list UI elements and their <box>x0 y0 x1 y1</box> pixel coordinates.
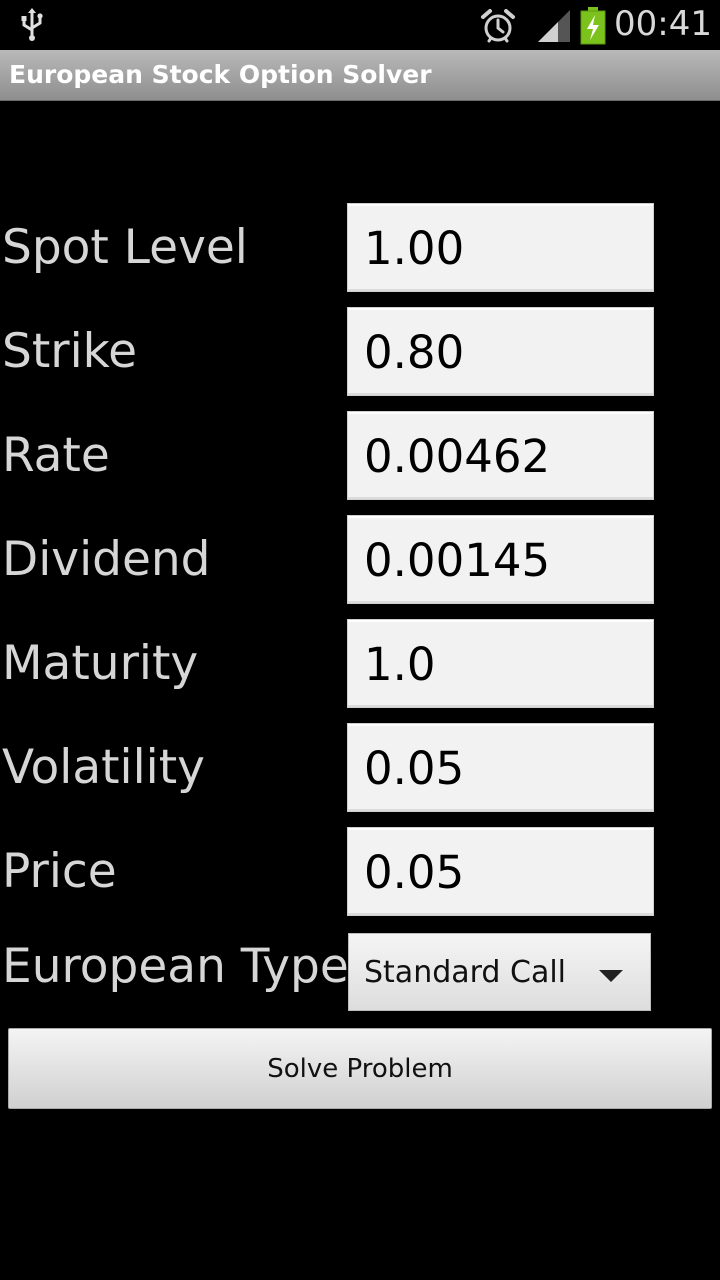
spot-level-input[interactable]: 1.00 <box>347 203 654 292</box>
european-type-selected: Standard Call <box>364 955 567 990</box>
price-input[interactable]: 0.05 <box>347 827 654 916</box>
price-label: Price <box>2 844 117 899</box>
european-type-dropdown[interactable]: Standard Call <box>348 933 651 1011</box>
strike-label: Strike <box>2 324 138 379</box>
status-bar: 00:41 <box>0 0 720 50</box>
volatility-input[interactable]: 0.05 <box>347 723 654 812</box>
rate-input[interactable]: 0.00462 <box>347 411 654 500</box>
spot-level-label: Spot Level <box>2 220 248 275</box>
dividend-input[interactable]: 0.00145 <box>347 515 654 604</box>
app-title: European Stock Option Solver <box>9 60 432 89</box>
dividend-label: Dividend <box>2 532 211 587</box>
status-clock: 00:41 <box>614 4 712 44</box>
maturity-label: Maturity <box>2 636 199 691</box>
usb-icon <box>18 8 46 46</box>
maturity-input[interactable]: 1.0 <box>347 619 654 708</box>
title-bar: European Stock Option Solver <box>0 50 720 101</box>
signal-icon <box>536 8 572 48</box>
rate-label: Rate <box>2 428 110 483</box>
dropdown-arrow-icon <box>598 968 624 987</box>
solve-problem-button[interactable]: Solve Problem <box>8 1028 712 1109</box>
volatility-label: Volatility <box>2 740 205 795</box>
battery-charging-icon <box>580 7 606 49</box>
strike-input[interactable]: 0.80 <box>347 307 654 396</box>
european-type-label: European Type <box>2 939 349 994</box>
alarm-icon <box>480 8 516 48</box>
